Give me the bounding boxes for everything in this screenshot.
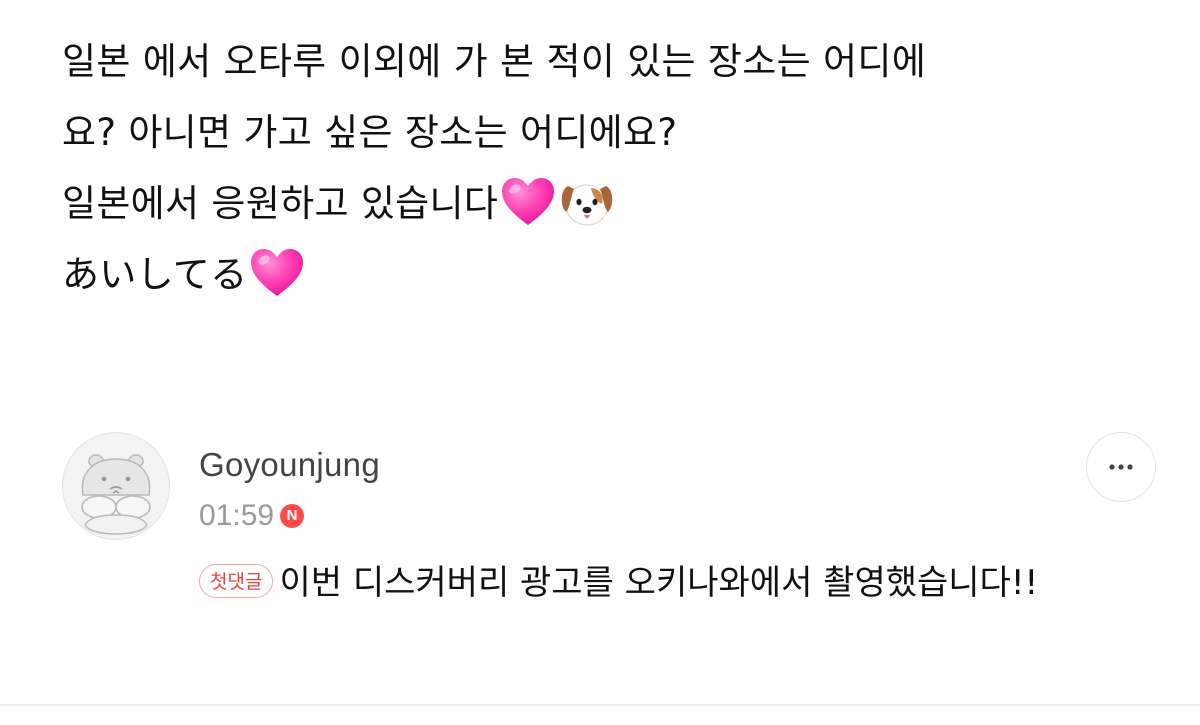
first-comment-badge: 첫댓글 (199, 564, 274, 598)
comment-meta: 01:59 N (199, 498, 305, 534)
more-options-button[interactable] (1086, 432, 1156, 502)
post-line-3: 일본에서 응원하고 있습니다 (62, 168, 1142, 239)
post-text: 요? 아니면 가고 싶은 장소는 어디에요? (62, 111, 678, 154)
new-badge: N (280, 504, 305, 528)
comment-text: 이번 디스커버리 광고를 오키나와에서 촬영했습니다!! (279, 563, 1039, 603)
hippo-avatar-icon (81, 454, 151, 535)
comment-body: 첫댓글 이번 디스커버리 광고를 오키나와에서 촬영했습니다!! (199, 554, 1139, 612)
more-options-icon (1109, 464, 1133, 470)
avatar[interactable] (62, 432, 170, 540)
post-line-4: あいしてる (62, 239, 1142, 310)
comment-time: 01:59 (199, 499, 275, 532)
post-text: 일본 에서 오타루 이외에 가 본 적이 있는 장소는 어디에 (62, 40, 927, 83)
post-text: 일본에서 응원하고 있습니다 (62, 182, 499, 225)
dog-face-icon (558, 176, 616, 228)
post-line-2: 요? 아니면 가고 싶은 장소는 어디에요? (62, 97, 1142, 168)
comment-author[interactable]: Goyounjung (199, 446, 380, 484)
divider (0, 704, 1200, 706)
comment-item: Goyounjung 01:59 N 첫댓글 이번 디스커버리 광고를 오키나와에… (62, 432, 1162, 682)
pink-heart-icon (249, 247, 305, 299)
post-text: あいしてる (62, 253, 248, 296)
pink-heart-icon (500, 176, 556, 228)
post-line-1: 일본 에서 오타루 이외에 가 본 적이 있는 장소는 어디에 (62, 26, 1142, 97)
post-body: 일본 에서 오타루 이외에 가 본 적이 있는 장소는 어디에 요? 아니면 가… (62, 26, 1142, 310)
